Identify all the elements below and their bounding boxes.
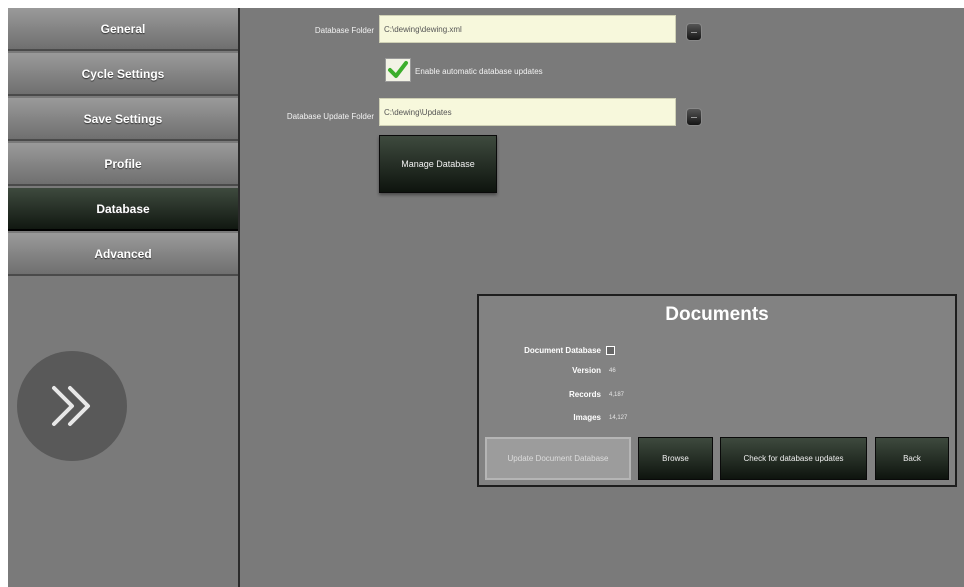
update-document-database-button[interactable]: Update Document Database	[485, 437, 631, 480]
sidebar-item-database[interactable]: Database	[8, 188, 238, 231]
settings-sidebar: General Cycle Settings Save Settings Pro…	[8, 8, 240, 587]
double-chevron-right-icon	[52, 386, 90, 426]
database-folder-label: Database Folder	[314, 26, 374, 35]
document-database-label: Document Database	[524, 346, 601, 355]
document-database-checkbox[interactable]	[606, 346, 615, 355]
expand-button[interactable]	[17, 351, 127, 461]
database-folder-browse-button[interactable]	[686, 23, 702, 41]
sidebar-item-general[interactable]: General	[8, 8, 238, 51]
update-folder-field[interactable]: C:\dewing\Updates	[379, 98, 676, 126]
version-value: 46	[609, 368, 616, 374]
sidebar-item-profile[interactable]: Profile	[8, 143, 238, 186]
update-folder-browse-button[interactable]	[686, 108, 702, 126]
auto-update-checkbox[interactable]	[385, 58, 411, 82]
version-label: Version	[572, 366, 601, 375]
back-button[interactable]: Back	[875, 437, 949, 480]
auto-update-label: Enable automatic database updates	[415, 67, 543, 76]
documents-panel: Documents Document Database Version 46 R…	[477, 294, 957, 487]
records-label: Records	[568, 390, 601, 399]
database-folder-field[interactable]: C:\dewing\dewing.xml	[379, 15, 676, 43]
database-settings-panel: Database Folder C:\dewing\dewing.xml Ena…	[240, 8, 964, 587]
images-label: Images	[573, 413, 601, 422]
checkmark-icon	[388, 61, 408, 78]
check-for-updates-button[interactable]: Check for database updates	[720, 437, 867, 480]
documents-title: Documents	[665, 304, 769, 325]
sidebar-item-save-settings[interactable]: Save Settings	[8, 98, 238, 141]
manage-database-button[interactable]: Manage Database	[379, 135, 497, 193]
update-folder-label: Database Update Folder	[286, 112, 374, 121]
sidebar-item-cycle-settings[interactable]: Cycle Settings	[8, 53, 238, 96]
browse-button[interactable]: Browse	[638, 437, 713, 480]
app-window: General Cycle Settings Save Settings Pro…	[0, 0, 964, 587]
records-value: 4,187	[609, 392, 625, 398]
images-value: 14,127	[609, 415, 628, 421]
sidebar-item-advanced[interactable]: Advanced	[8, 233, 238, 276]
